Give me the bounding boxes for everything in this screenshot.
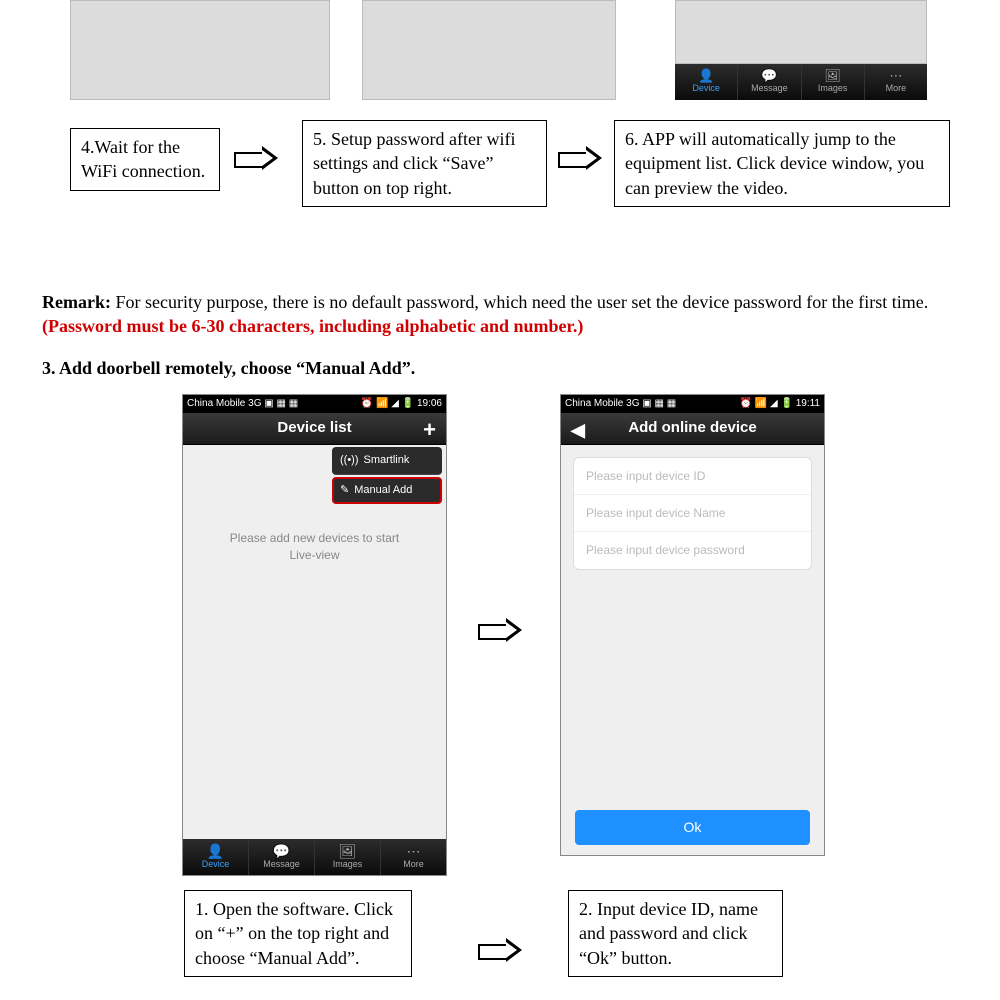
nav-item-more[interactable]: ⋯More: [381, 839, 446, 875]
empty-state-text: Please add new devices to start Live-vie…: [183, 530, 446, 564]
phone-body: ((•)) Smartlink ✎ Manual Add Please add …: [183, 445, 446, 839]
device-id-input[interactable]: Please input device ID: [574, 458, 811, 495]
message-icon: 💬: [761, 69, 777, 82]
arrow-icon: [234, 148, 279, 168]
mini-bottom-nav: 👤Device 💬Message 🖼Images ⋯More: [675, 64, 927, 100]
more-icon: ⋯: [889, 69, 902, 82]
nav-label: More: [403, 858, 424, 870]
nav-label: Device: [202, 858, 230, 870]
person-icon: 👤: [207, 844, 224, 858]
device-password-input[interactable]: Please input device password: [574, 532, 811, 568]
status-bar: China Mobile 3G ▣ ▦ ▦ ⏰ 📶 ◢ 🔋 19:11: [561, 395, 824, 413]
nav-item-message[interactable]: 💬Message: [249, 839, 315, 875]
nav-item-images[interactable]: 🖼Images: [315, 839, 381, 875]
phone-body: Please input device ID Please input devi…: [561, 445, 824, 855]
nav-item-images[interactable]: 🖼Images: [802, 64, 865, 100]
bottom-nav: 👤Device 💬Message 🖼Images ⋯More: [183, 839, 446, 875]
nav-item-device[interactable]: 👤Device: [183, 839, 249, 875]
nav-label: More: [886, 82, 907, 94]
step-5-box: 5. Setup password after wifi settings an…: [302, 120, 547, 207]
nav-item-message[interactable]: 💬Message: [738, 64, 801, 100]
dropdown-label: Manual Add: [354, 483, 412, 498]
time-label: 19:06: [417, 398, 442, 409]
step-6-box: 6. APP will automatically jump to the eq…: [614, 120, 950, 207]
step-4-box: 4.Wait for the WiFi connection.: [70, 128, 220, 191]
back-button[interactable]: ◀: [571, 418, 585, 442]
section-3-title: 3. Add doorbell remotely, choose “Manual…: [42, 356, 415, 380]
title-bar: ◀ Add online device: [561, 413, 824, 445]
phone-device-list: China Mobile 3G ▣ ▦ ▦ ⏰ 📶 ◢ 🔋 19:06 Devi…: [182, 394, 447, 876]
title-text: Add online device: [628, 418, 756, 438]
arrow-icon: [558, 148, 603, 168]
time-label: 19:11: [796, 398, 820, 409]
title-bar: Device list +: [183, 413, 446, 445]
device-name-input[interactable]: Please input device Name: [574, 495, 811, 532]
images-icon: 🖼: [824, 69, 841, 82]
nav-item-device[interactable]: 👤Device: [675, 64, 738, 100]
remark-paragraph: Remark: For security purpose, there is n…: [42, 290, 952, 339]
message-icon: 💬: [273, 844, 290, 858]
remark-label: Remark:: [42, 292, 111, 312]
broadcast-icon: ((•)): [340, 453, 359, 468]
nav-label: Device: [692, 82, 720, 94]
nav-item-more[interactable]: ⋯More: [865, 64, 927, 100]
pencil-icon: ✎: [340, 483, 349, 498]
status-bar: China Mobile 3G ▣ ▦ ▦ ⏰ 📶 ◢ 🔋 19:06: [183, 395, 446, 413]
arrow-icon: [478, 940, 523, 960]
remark-text: For security purpose, there is no defaul…: [111, 292, 928, 312]
nav-label: Message: [263, 858, 300, 870]
step-2-box: 2. Input device ID, name and password an…: [568, 890, 783, 977]
add-dropdown: ((•)) Smartlink ✎ Manual Add: [332, 447, 442, 506]
dropdown-smartlink[interactable]: ((•)) Smartlink: [332, 447, 442, 475]
step-5-text: 5. Setup password after wifi settings an…: [313, 129, 515, 198]
input-group: Please input device ID Please input devi…: [573, 457, 812, 570]
placeholder-image-1: [70, 0, 330, 100]
placeholder-image-3: [675, 0, 927, 64]
add-button[interactable]: +: [423, 415, 436, 445]
step-6-text: 6. APP will automatically jump to the eq…: [625, 129, 924, 198]
images-icon: 🖼: [339, 844, 357, 858]
dropdown-label: Smartlink: [364, 453, 410, 468]
nav-label: Images: [818, 82, 848, 94]
person-icon: 👤: [698, 69, 714, 82]
placeholder-image-2: [362, 0, 616, 100]
title-text: Device list: [277, 418, 351, 438]
more-icon: ⋯: [407, 844, 421, 858]
nav-label: Images: [333, 858, 363, 870]
empty-line-2: Live-view: [183, 547, 446, 564]
step-4-text: 4.Wait for the WiFi connection.: [81, 137, 205, 181]
arrow-icon: [478, 620, 523, 640]
dropdown-manual-add[interactable]: ✎ Manual Add: [332, 477, 442, 504]
nav-label: Message: [751, 82, 788, 94]
step-1-text: 1. Open the software. Click on “+” on th…: [195, 899, 393, 968]
step-1-box: 1. Open the software. Click on “+” on th…: [184, 890, 412, 977]
step-2-text: 2. Input device ID, name and password an…: [579, 899, 758, 968]
remark-password-rule: (Password must be 6-30 characters, inclu…: [42, 316, 583, 336]
empty-line-1: Please add new devices to start: [183, 530, 446, 547]
carrier-label: China Mobile 3G: [565, 398, 639, 409]
ok-button[interactable]: Ok: [575, 810, 810, 845]
phone-add-device: China Mobile 3G ▣ ▦ ▦ ⏰ 📶 ◢ 🔋 19:11 ◀ Ad…: [560, 394, 825, 856]
carrier-label: China Mobile 3G: [187, 398, 261, 409]
